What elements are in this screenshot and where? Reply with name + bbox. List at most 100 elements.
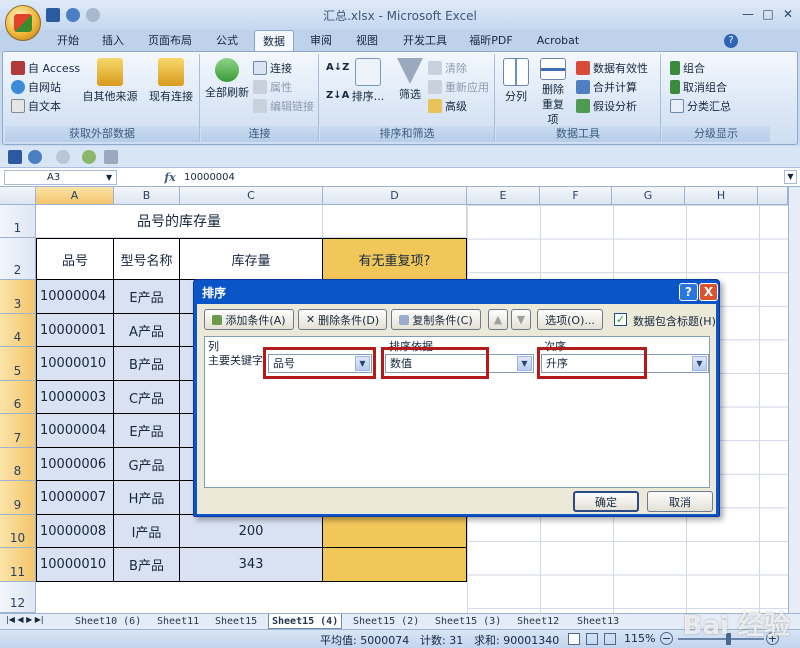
name-box[interactable]: A3 — [4, 170, 117, 185]
qat-save-icon[interactable] — [8, 150, 22, 164]
cell-duplicate-flag[interactable] — [323, 515, 467, 548]
cell-item-code[interactable]: 10000010 — [36, 548, 114, 582]
connections-button[interactable]: 连接 — [253, 60, 292, 76]
subtotal-button[interactable]: 分类汇总 — [670, 98, 731, 114]
delete-level-button[interactable]: ✕ 删除条件(D) — [298, 309, 387, 330]
tab-insert[interactable]: 插入 — [94, 30, 132, 52]
column-header-h[interactable]: H — [685, 187, 758, 205]
sheet-tab[interactable]: Sheet13 — [574, 614, 622, 629]
formula-input[interactable]: 10000004 — [184, 169, 235, 186]
header-stock[interactable]: 库存量 — [180, 238, 323, 280]
cancel-button[interactable]: 取消 — [647, 491, 713, 512]
row-header-1[interactable]: 1 — [0, 205, 36, 238]
tab-acrobat[interactable]: Acrobat — [530, 30, 586, 52]
clear-filter-button[interactable]: 清除 — [428, 60, 467, 76]
cell-model-name[interactable]: B产品 — [114, 347, 180, 381]
sheet-title-cell[interactable]: 品号的库存量 — [36, 205, 323, 238]
tab-developer[interactable]: 开发工具 — [395, 30, 455, 52]
header-model-name[interactable]: 型号名称 — [114, 238, 180, 280]
sheet-tab[interactable]: Sheet11 — [154, 614, 202, 629]
data-validation-button[interactable]: 数据有效性 — [576, 60, 648, 76]
from-text-button[interactable]: 自文本 — [11, 98, 61, 114]
remove-duplicates-button[interactable]: 删除重复项 — [534, 58, 572, 127]
cell-model-name[interactable]: H产品 — [114, 481, 180, 515]
maximize-button[interactable]: □ — [758, 5, 778, 23]
column-header-a[interactable]: A — [36, 187, 114, 205]
move-down-button[interactable]: ▼ — [511, 309, 531, 330]
row-header-5[interactable]: 5 — [0, 347, 36, 381]
cell-item-code[interactable]: 10000003 — [36, 381, 114, 414]
cell-duplicate-flag[interactable] — [323, 548, 467, 582]
header-duplicates[interactable]: 有无重复项? — [323, 238, 467, 280]
advanced-filter-button[interactable]: 高级 — [428, 98, 467, 114]
from-access-button[interactable]: 自 Access — [11, 60, 80, 76]
tab-data[interactable]: 数据 — [254, 30, 294, 52]
consolidate-button[interactable]: 合并计算 — [576, 79, 637, 95]
help-icon[interactable]: ? — [724, 34, 738, 48]
move-up-button[interactable]: ▲ — [488, 309, 508, 330]
add-level-button[interactable]: 添加条件(A) — [204, 309, 294, 330]
office-button[interactable] — [5, 5, 41, 41]
tab-view[interactable]: 视图 — [348, 30, 386, 52]
name-box-dropdown-icon[interactable]: ▼ — [106, 173, 112, 182]
column-header-i[interactable] — [758, 187, 788, 205]
cell-model-name[interactable]: G产品 — [114, 448, 180, 481]
tab-review[interactable]: 审阅 — [302, 30, 340, 52]
row-header-4[interactable]: 4 — [0, 314, 36, 347]
qat-redo-icon[interactable] — [56, 150, 70, 164]
sheet-tab[interactable]: Sheet10 (6) — [72, 614, 144, 629]
sheet-nav-first-icon[interactable]: |◀ ◀ ▶ ▶| — [6, 615, 44, 624]
has-headers-checkbox[interactable]: ✓ — [614, 313, 627, 326]
row-header-7[interactable]: 7 — [0, 414, 36, 448]
cell-item-code[interactable]: 10000010 — [36, 347, 114, 381]
minimize-button[interactable]: — — [738, 5, 758, 23]
dialog-help-button[interactable]: ? — [679, 283, 698, 301]
ungroup-rows-button[interactable]: 取消组合 — [670, 79, 727, 95]
zoom-level[interactable]: 115% — [624, 632, 655, 645]
column-header-f[interactable]: F — [540, 187, 612, 205]
column-header-b[interactable]: B — [114, 187, 180, 205]
qat-custom-icon[interactable] — [82, 150, 96, 164]
row-header-2[interactable]: 2 — [0, 238, 36, 280]
from-web-button[interactable]: 自网站 — [11, 79, 61, 95]
group-rows-button[interactable]: 组合 — [670, 60, 705, 76]
row-header-11[interactable]: 11 — [0, 548, 36, 582]
zoom-out-icon[interactable]: − — [660, 632, 673, 645]
qat-form-icon[interactable] — [104, 150, 118, 164]
column-header-c[interactable]: C — [180, 187, 323, 205]
cell-model-name[interactable]: A产品 — [114, 314, 180, 347]
cell-model-name[interactable]: E产品 — [114, 280, 180, 314]
column-header-g[interactable]: G — [612, 187, 685, 205]
options-button[interactable]: 选项(O)... — [537, 309, 603, 330]
view-normal-icon[interactable] — [568, 633, 580, 645]
row-header-8[interactable]: 8 — [0, 448, 36, 481]
cell-model-name[interactable]: C产品 — [114, 381, 180, 414]
view-page-break-icon[interactable] — [604, 633, 616, 645]
cell-item-code[interactable]: 10000007 — [36, 481, 114, 515]
properties-button[interactable]: 属性 — [253, 79, 292, 95]
tab-formulas[interactable]: 公式 — [207, 30, 247, 52]
select-all-corner[interactable] — [0, 187, 36, 205]
cell-item-code[interactable]: 10000004 — [36, 280, 114, 314]
cell-model-name[interactable]: B产品 — [114, 548, 180, 582]
tab-home[interactable]: 开始 — [48, 30, 88, 52]
other-sources-button[interactable]: 自其他来源 — [77, 58, 143, 104]
sort-button[interactable]: 排序... — [346, 58, 390, 104]
cell-stock[interactable]: 343 — [180, 548, 323, 582]
refresh-all-button[interactable]: 全部刷新 — [203, 58, 251, 100]
tab-page-layout[interactable]: 页面布局 — [140, 30, 200, 52]
dialog-close-button[interactable]: X — [699, 283, 718, 301]
tab-foxit-pdf[interactable]: 福昕PDF — [463, 30, 519, 52]
row-header-10[interactable]: 10 — [0, 515, 36, 548]
cell-item-code[interactable]: 10000004 — [36, 414, 114, 448]
expand-formula-icon[interactable]: ▼ — [784, 170, 797, 184]
cell-item-code[interactable]: 10000001 — [36, 314, 114, 347]
column-header-d[interactable]: D — [323, 187, 467, 205]
copy-level-button[interactable]: 复制条件(C) — [391, 309, 481, 330]
sheet-tab[interactable]: Sheet12 — [514, 614, 562, 629]
qat-undo-icon[interactable] — [28, 150, 42, 164]
cell-stock[interactable]: 200 — [180, 515, 323, 548]
column-header-e[interactable]: E — [467, 187, 540, 205]
view-page-layout-icon[interactable] — [586, 633, 598, 645]
cell-model-name[interactable]: I产品 — [114, 515, 180, 548]
